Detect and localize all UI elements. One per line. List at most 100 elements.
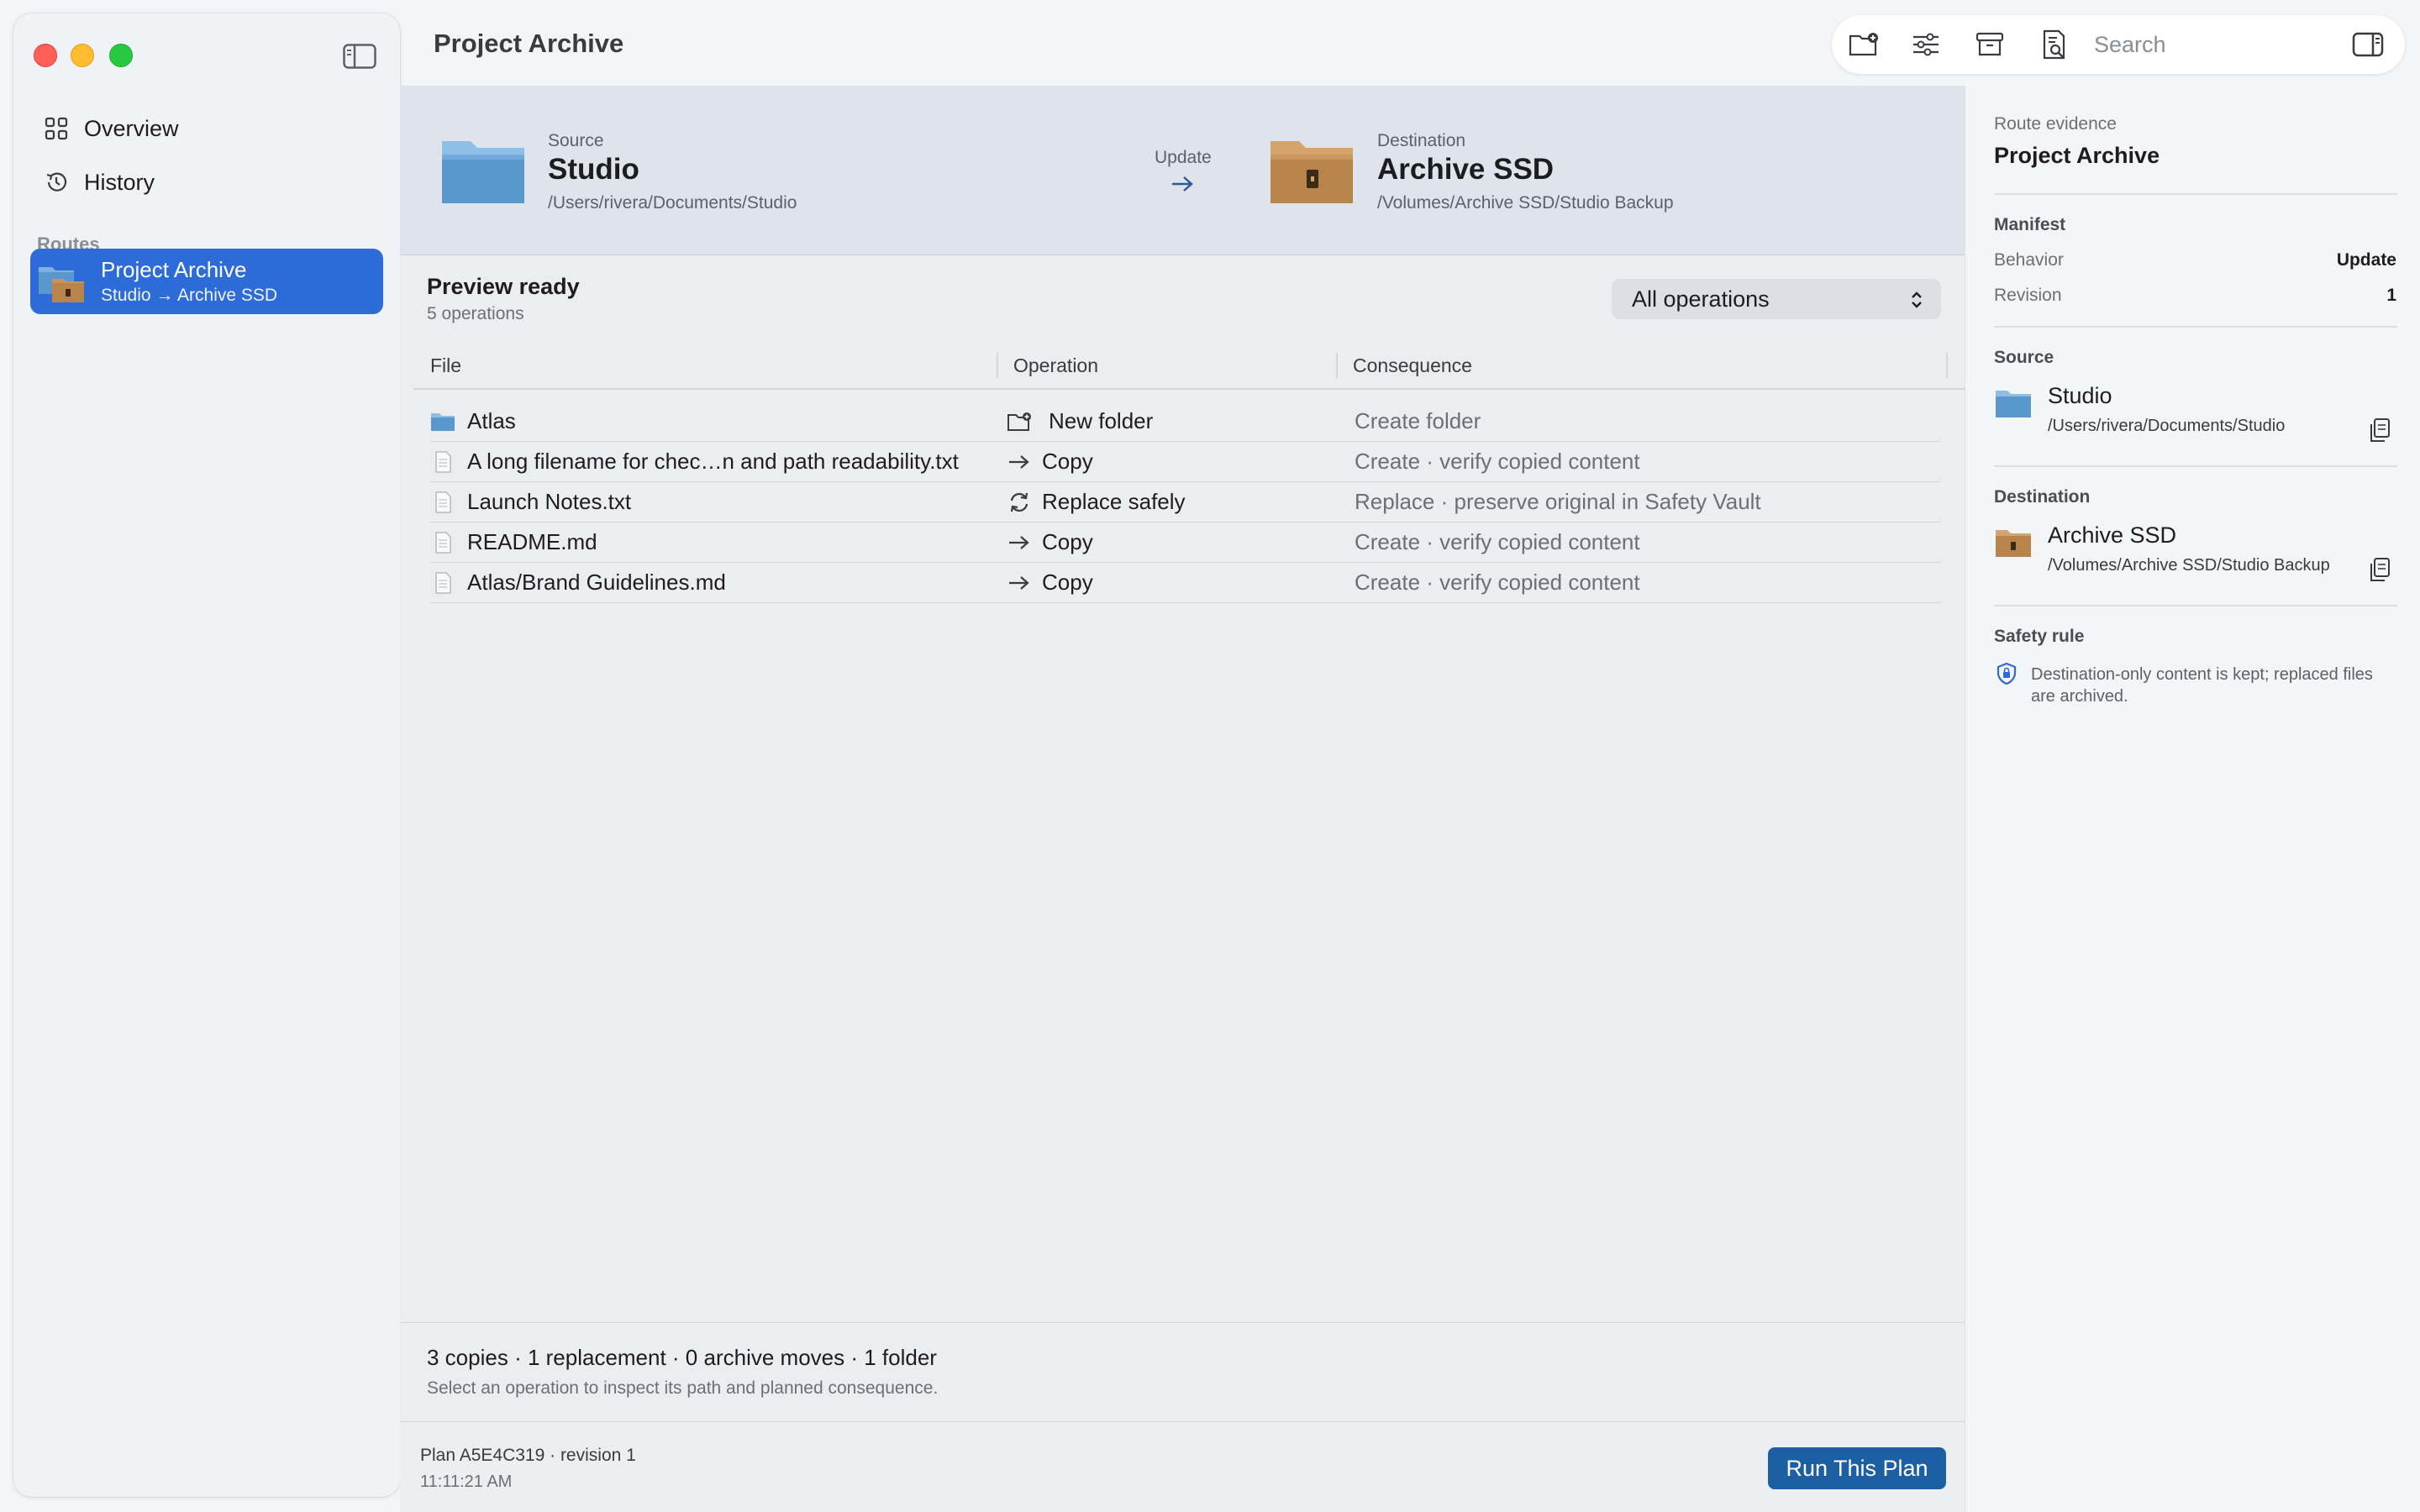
table-row[interactable]: Launch Notes.txt Replace safely Replace … (430, 482, 1941, 522)
shield-icon (1996, 662, 2017, 685)
app-window: Overview History Routes Project Archive … (0, 0, 2420, 1512)
sidebar-item-label: History (84, 169, 155, 195)
archive-box-icon[interactable] (1973, 28, 2007, 61)
table-row[interactable]: Atlas New folder Create folder (430, 402, 1941, 442)
operation-label: Copy (1042, 529, 1093, 554)
sidebar-item-label: Overview (84, 115, 179, 141)
consequence-label: Create · verify copied content (1355, 529, 1640, 554)
route-header: Source Studio /Users/rivera/Documents/St… (400, 86, 1965, 255)
destination-path: /Volumes/Archive SSD/Studio Backup (1377, 193, 1674, 213)
arrow-right-icon (1009, 536, 1029, 549)
zoom-window-button[interactable] (109, 44, 133, 67)
destination-heading: Destination (1994, 487, 2091, 507)
destination-folder-icon (1270, 141, 1353, 203)
consequence-label: Replace · preserve original in Safety Va… (1355, 489, 1761, 514)
copy-path-icon[interactable] (2367, 417, 2392, 445)
sidebar: Overview History Routes Project Archive … (13, 13, 400, 1497)
arrow-right-icon (1009, 576, 1029, 590)
preview-subtitle: 5 operations (427, 304, 524, 323)
source-path: /Users/rivera/Documents/Studio (2048, 417, 2286, 435)
source-name: Studio (2048, 383, 2112, 408)
document-icon (435, 572, 451, 594)
new-folder-icon[interactable] (1847, 28, 1881, 61)
table-row[interactable]: Atlas/Brand Guidelines.md Copy Create · … (430, 563, 1941, 603)
inspector-toggle-icon[interactable] (2351, 28, 2385, 61)
sidebar-item-overview[interactable]: Overview (44, 108, 380, 150)
clock-history-icon (46, 172, 67, 192)
table-row[interactable]: A long filename for chec…n and path read… (430, 442, 1941, 482)
consequence-label: Create · verify copied content (1355, 570, 1640, 595)
source-name: Studio (548, 153, 639, 186)
chevron-updown-icon (1912, 291, 1922, 308)
consequence-label: Create · verify copied content (1355, 449, 1640, 474)
behavior-label: Behavior (1994, 250, 2064, 270)
safety-rule-text: Destination-only content is kept; replac… (2031, 665, 2373, 706)
document-icon (435, 491, 451, 513)
source-folder-icon (442, 141, 524, 203)
sidebar-toggle-icon[interactable] (343, 44, 376, 69)
source-heading: Source (1994, 348, 2054, 367)
column-header-consequence[interactable]: Consequence (1353, 354, 1472, 377)
header-divider (413, 388, 1965, 390)
divider (1994, 326, 2397, 328)
sliders-icon[interactable] (1909, 28, 1943, 61)
sidebar-item-history[interactable]: History (44, 161, 380, 203)
destination-name: Archive SSD (1377, 153, 1555, 186)
document-icon (435, 532, 451, 554)
table-row[interactable]: README.md Copy Create · verify copied co… (430, 522, 1941, 563)
column-header-file[interactable]: File (430, 354, 461, 377)
operation-label: Copy (1042, 570, 1093, 595)
source-label: Source (548, 131, 604, 150)
operation-label: Copy (1042, 449, 1093, 474)
plan-footer: Plan A5E4C319 · revision 1 11:11:21 AM R… (400, 1421, 1965, 1512)
column-divider[interactable] (1946, 353, 1948, 378)
operation-label: Replace safely (1042, 489, 1186, 514)
divider (1994, 605, 2397, 606)
preview-title: Preview ready (427, 274, 580, 299)
close-window-button[interactable] (34, 44, 57, 67)
sync-icon (1010, 492, 1028, 512)
route-title: Project Archive (101, 257, 247, 282)
file-name: A long filename for chec…n and path read… (467, 449, 959, 474)
file-name: README.md (467, 529, 597, 554)
column-divider[interactable] (1336, 353, 1338, 378)
file-name: Atlas/Brand Guidelines.md (467, 570, 726, 595)
document-icon (435, 451, 451, 473)
arrow-right-icon (1172, 176, 1193, 192)
behavior-value: Update (2336, 250, 2396, 270)
plan-timestamp: 11:11:21 AM (420, 1473, 513, 1491)
destination-path: /Volumes/Archive SSD/Studio Backup (2048, 556, 2330, 575)
file-name: Launch Notes.txt (467, 489, 632, 514)
folder-icon (431, 413, 455, 431)
operation-label: New folder (1049, 408, 1154, 433)
column-header-operation[interactable]: Operation (1013, 354, 1098, 377)
arrow-right-icon (1009, 455, 1029, 469)
sidebar-item-project-archive[interactable]: Project Archive Studio → Archive SSD (30, 249, 383, 314)
plan-id: Plan A5E4C319 · revision 1 (420, 1446, 636, 1465)
revision-label: Revision (1994, 286, 2062, 305)
destination-label: Destination (1377, 131, 1466, 150)
toolbar: Search (1832, 15, 2405, 74)
search-input[interactable]: Search (2094, 32, 2166, 58)
operations-filter-select[interactable]: All operations (1612, 279, 1941, 319)
destination-folder-icon (1996, 530, 2031, 557)
filter-value: All operations (1632, 286, 1770, 312)
file-name: Atlas (467, 408, 516, 433)
route-folders-icon (39, 267, 84, 302)
consequence-label: Create folder (1355, 408, 1481, 433)
source-folder-icon (1996, 391, 2031, 417)
column-divider[interactable] (997, 353, 998, 378)
run-plan-button[interactable]: Run This Plan (1768, 1447, 1946, 1489)
plan-summary: 3 copies · 1 replacement · 0 archive mov… (400, 1322, 1965, 1421)
preview-list: Preview ready 5 operations All operation… (400, 255, 1965, 1322)
inspector-title: Project Archive (1994, 143, 2160, 168)
copy-path-icon[interactable] (2367, 556, 2392, 585)
minimize-window-button[interactable] (71, 44, 94, 67)
inspect-document-icon[interactable] (2037, 28, 2070, 61)
inspector-panel: Route evidence Project Archive Manifest … (1965, 86, 2420, 1512)
route-subtitle: Studio → Archive SSD (101, 286, 278, 305)
new-folder-icon (1007, 412, 1031, 431)
divider (1994, 193, 2397, 195)
summary-hint: Select an operation to inspect its path … (427, 1378, 939, 1398)
inspector-label: Route evidence (1994, 114, 2117, 134)
